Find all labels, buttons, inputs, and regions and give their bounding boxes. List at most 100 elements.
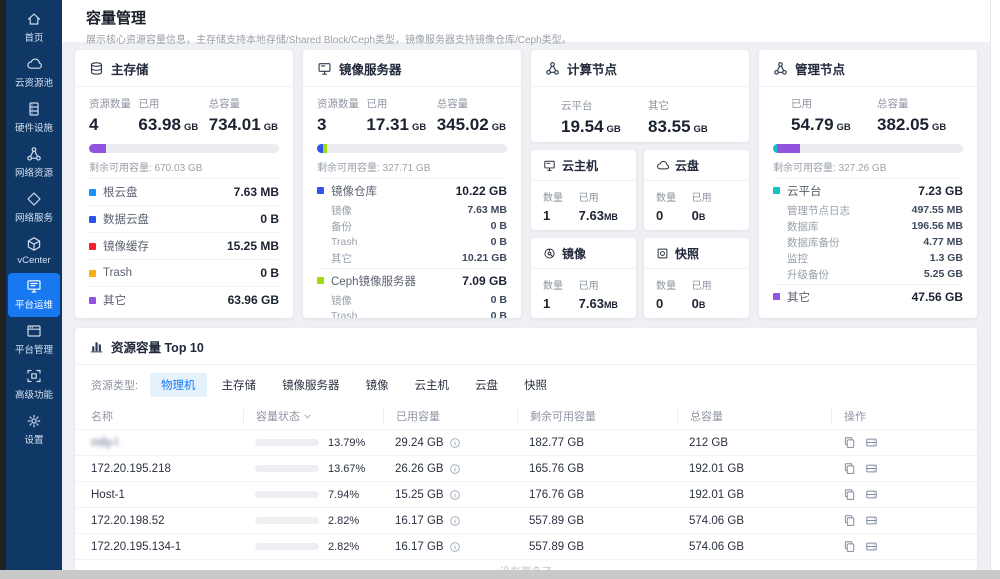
sidebar-item-platform-ops[interactable]: 平台运维 bbox=[8, 273, 60, 317]
bar-chart-icon bbox=[89, 339, 104, 354]
hardware-icon bbox=[26, 101, 42, 117]
sidebar-item-settings[interactable]: 设置 bbox=[8, 408, 60, 452]
top10-table-card: 资源容量 Top 10 资源类型: 物理机 主存储 镜像服务器 镜像 云主机 云… bbox=[75, 328, 977, 579]
legend-square bbox=[89, 270, 96, 277]
image-icon bbox=[543, 247, 556, 260]
sidebar-item-home[interactable]: 首页 bbox=[8, 6, 60, 50]
sidebar-item-label: 高级功能 bbox=[15, 387, 53, 401]
capacity-bar bbox=[255, 439, 319, 446]
advanced-features-icon bbox=[26, 368, 42, 384]
drive-icon[interactable] bbox=[865, 540, 878, 553]
breakdown-sub-row: 镜像7.63 MB bbox=[317, 202, 507, 218]
sidebar-item-platform-mgmt[interactable]: 平台管理 bbox=[8, 318, 60, 362]
tab-snapshot[interactable]: 快照 bbox=[513, 373, 558, 397]
stat-label: 云平台 bbox=[561, 98, 648, 113]
breakdown-sub-row: 监控1.3 GB bbox=[773, 250, 963, 266]
copy-icon[interactable] bbox=[843, 436, 856, 449]
monitor-icon bbox=[317, 61, 332, 76]
image-server-card: 镜像服务器 资源数量 3 已用 17.31GB 总容量 345.02GB bbox=[303, 50, 521, 318]
info-icon[interactable] bbox=[449, 463, 461, 475]
stat-label: 总容量 bbox=[209, 96, 279, 111]
cloud-pool-icon bbox=[26, 56, 42, 72]
stat-value: 63.98GB bbox=[138, 115, 208, 135]
drive-icon[interactable] bbox=[865, 462, 878, 475]
stat-value: 54.79GB bbox=[791, 115, 877, 135]
sort-caret-icon[interactable] bbox=[303, 412, 312, 421]
tab-primary-storage[interactable]: 主存储 bbox=[211, 373, 268, 397]
remaining-capacity: 剩余可用容量: 327.71 GB bbox=[317, 159, 507, 174]
breakdown-row: 根云盘7.63 MB bbox=[89, 178, 279, 205]
tab-cloud-disk[interactable]: 云盘 bbox=[464, 373, 509, 397]
info-icon[interactable] bbox=[449, 515, 461, 527]
progress-segment bbox=[89, 144, 106, 153]
stat-value: 382.05GB bbox=[877, 115, 963, 135]
copy-icon[interactable] bbox=[843, 462, 856, 475]
mgmt-node-card: 管理节点 已用 54.79GB 总容量 382.05GB 剩余可用容量: 327… bbox=[759, 50, 977, 318]
primary-storage-card: 主存储 资源数量 4 已用 63.98GB 总容量 734.01GB 剩余 bbox=[75, 50, 293, 318]
stat-label: 已用 bbox=[366, 96, 436, 111]
sidebar-item-network-service[interactable]: 网络服务 bbox=[8, 186, 60, 230]
vertical-scrollbar[interactable] bbox=[990, 0, 1000, 571]
copy-icon[interactable] bbox=[843, 514, 856, 527]
drive-icon[interactable] bbox=[865, 436, 878, 449]
row-name-redacted: mily-l bbox=[91, 437, 118, 449]
cloud-host-card: 云主机 数量1 已用7.63MB bbox=[531, 150, 636, 230]
tab-image-server[interactable]: 镜像服务器 bbox=[271, 373, 351, 397]
compute-node-card: 计算节点 云平台 19.54GB 其它 83.55GB bbox=[531, 50, 749, 142]
info-icon[interactable] bbox=[449, 541, 461, 553]
drive-icon[interactable] bbox=[865, 488, 878, 501]
stat-value: 83.55GB bbox=[648, 117, 735, 137]
image-card: 镜像 数量1 已用7.63MB bbox=[531, 238, 636, 318]
breakdown-sub-row: 数据库196.56 MB bbox=[773, 218, 963, 234]
breakdown-group: 其它47.56 GB bbox=[773, 284, 963, 308]
breakdown-row: Trash0 B bbox=[89, 259, 279, 286]
breakdown-sub-row: 镜像0 B bbox=[317, 292, 507, 308]
row-name: Host-1 bbox=[91, 489, 243, 501]
sidebar-item-cloud-pool[interactable]: 云资源池 bbox=[8, 51, 60, 95]
stat-label: 总容量 bbox=[877, 96, 963, 111]
page-title: 容量管理 bbox=[86, 7, 966, 28]
sidebar-item-label: 云资源池 bbox=[15, 75, 53, 89]
drive-icon[interactable] bbox=[865, 514, 878, 527]
breakdown-group: Ceph镜像服务器7.09 GB bbox=[317, 268, 507, 292]
breakdown-row: 镜像缓存15.25 MB bbox=[89, 232, 279, 259]
legend-square bbox=[773, 187, 780, 194]
horizontal-scrollbar[interactable] bbox=[0, 570, 1000, 579]
usage-progress-bar bbox=[773, 144, 963, 153]
sidebar-item-label: 硬件设施 bbox=[15, 120, 53, 134]
cloud-disk-icon bbox=[656, 159, 669, 172]
copy-icon[interactable] bbox=[843, 540, 856, 553]
remaining-capacity: 剩余可用容量: 327.26 GB bbox=[773, 159, 963, 174]
window-edge bbox=[0, 0, 6, 571]
breakdown-sub-row: 备份0 B bbox=[317, 218, 507, 234]
sidebar-item-vcenter[interactable]: vCenter bbox=[8, 231, 60, 272]
sidebar-item-network-resource[interactable]: 网络资源 bbox=[8, 141, 60, 185]
tab-physical-machine[interactable]: 物理机 bbox=[150, 373, 207, 397]
breakdown-group: 镜像仓库10.22 GB bbox=[317, 178, 507, 202]
breakdown-group: 云平台7.23 GB bbox=[773, 178, 963, 202]
main-area: 容量管理 展示核心资源容量信息，主存储支持本地存储/Shared Block/C… bbox=[62, 0, 990, 571]
cloud-host-icon bbox=[543, 159, 556, 172]
table-header: 名称 容量状态 已用容量 剩余可用容量 总容量 操作 bbox=[75, 403, 977, 429]
legend-square bbox=[89, 189, 96, 196]
legend-square bbox=[89, 243, 96, 250]
sidebar: 首页 云资源池 硬件设施 网络资源 网络服务 vCenter 平台运维 平台管理… bbox=[0, 0, 62, 571]
sidebar-item-label: 设置 bbox=[24, 432, 43, 446]
sidebar-item-hardware[interactable]: 硬件设施 bbox=[8, 96, 60, 140]
table-row: 172.20.195.134-1 2.82% 16.17 GB 557.89 G… bbox=[75, 533, 977, 559]
sidebar-item-advanced-features[interactable]: 高级功能 bbox=[8, 363, 60, 407]
table-row: Host-1 7.94% 15.25 GB 176.76 GB 192.01 G… bbox=[75, 481, 977, 507]
database-icon bbox=[89, 61, 104, 76]
tab-image[interactable]: 镜像 bbox=[355, 373, 400, 397]
filter-label: 资源类型: bbox=[91, 377, 138, 393]
capacity-bar bbox=[255, 491, 319, 498]
info-icon[interactable] bbox=[449, 437, 461, 449]
breakdown-sub-row: Trash0 B bbox=[317, 308, 507, 318]
breakdown-sub-row: 升级备份5.25 GB bbox=[773, 266, 963, 282]
settings-icon bbox=[26, 413, 42, 429]
breakdown-row: 其它63.96 GB bbox=[89, 286, 279, 313]
table-row: mily-l 13.79% 29.24 GB 182.77 GB 212 GB bbox=[75, 429, 977, 455]
info-icon[interactable] bbox=[449, 489, 461, 501]
copy-icon[interactable] bbox=[843, 488, 856, 501]
tab-cloud-host[interactable]: 云主机 bbox=[404, 373, 461, 397]
